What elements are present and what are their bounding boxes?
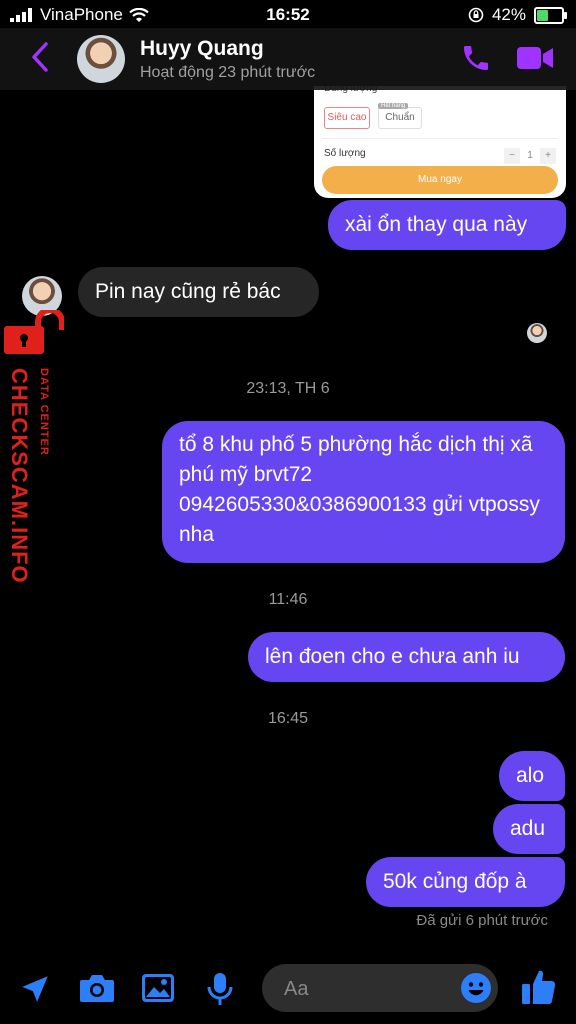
navigation-arrow-icon xyxy=(22,976,48,1002)
qty-minus: − xyxy=(504,148,520,164)
message-incoming[interactable]: Pin nay cũng rẻ bác xyxy=(78,267,319,317)
battery-percent: 42% xyxy=(491,5,526,24)
qty-value: 1 xyxy=(522,148,538,164)
message-input-container[interactable] xyxy=(262,964,498,1012)
composer-bar xyxy=(0,960,576,1024)
rotation-lock-icon xyxy=(468,7,484,23)
watermark: CHECKSCAM.INFO DATA CENTER xyxy=(2,310,64,590)
option-other: Chuẩn xyxy=(378,107,422,129)
message-outgoing[interactable]: 50k củng đốp à xyxy=(366,857,565,907)
thumbs-up-icon xyxy=(522,970,556,1004)
message-input[interactable] xyxy=(282,975,436,1003)
message-outgoing[interactable]: lên đoen cho e chưa anh iu xyxy=(248,632,565,682)
watermark-subtext: DATA CENTER xyxy=(38,368,50,456)
seen-avatar xyxy=(527,323,547,343)
quantity-stepper: − 1 + xyxy=(502,148,556,164)
contact-status: Hoạt động 23 phút trước xyxy=(140,64,316,81)
battery-icon xyxy=(534,6,567,24)
timestamp: 11:46 xyxy=(268,591,308,608)
microphone-icon xyxy=(207,973,233,1005)
sent-status: Đã gửi 6 phút trước xyxy=(416,912,548,929)
like-button[interactable] xyxy=(521,968,557,1011)
message-outgoing[interactable]: xài ổn thay qua này xyxy=(328,200,566,250)
image-icon xyxy=(142,974,174,1002)
message-outgoing[interactable]: alo xyxy=(499,751,565,801)
message-outgoing[interactable]: tổ 8 khu phố 5 phường hắc dịch thị xã ph… xyxy=(162,421,565,563)
camera-button[interactable] xyxy=(79,972,115,1009)
phone-icon xyxy=(464,46,488,70)
qty-plus: + xyxy=(540,148,556,164)
chat-header: Huyy Quang Hoạt động 23 phút trước xyxy=(0,28,576,90)
watermark-text: CHECKSCAM.INFO xyxy=(7,368,32,584)
contact-name[interactable]: Huyy Quang xyxy=(140,37,264,61)
voice-button[interactable] xyxy=(206,972,234,1011)
gallery-button[interactable] xyxy=(141,972,175,1009)
video-call-button[interactable] xyxy=(516,44,554,77)
send-location-button[interactable] xyxy=(18,972,52,1011)
lock-icon xyxy=(4,310,64,354)
timestamp: 23:13, TH 6 xyxy=(246,380,330,397)
divider xyxy=(322,138,558,139)
smiley-icon xyxy=(461,973,491,1003)
video-camera-icon xyxy=(517,47,553,69)
message-outgoing[interactable]: adu xyxy=(493,804,565,854)
chevron-left-icon xyxy=(32,42,48,72)
status-bar: VinaPhone 16:52 42% xyxy=(0,0,576,30)
emoji-button[interactable] xyxy=(460,972,492,1009)
back-button[interactable] xyxy=(30,40,50,79)
buy-now-button: Mua ngay xyxy=(322,166,558,194)
product-card[interactable]: Dung lượng Siêu cao Chuẩn Hết hàng Số lư… xyxy=(314,86,566,198)
option-selected: Siêu cao xyxy=(324,107,370,129)
quantity-label: Số lượng xyxy=(324,148,366,159)
contact-avatar[interactable] xyxy=(77,35,125,83)
option-tag: Hết hàng xyxy=(378,103,409,109)
timestamp: 16:45 xyxy=(267,710,309,727)
call-button[interactable] xyxy=(460,42,492,79)
camera-icon xyxy=(80,975,114,1002)
